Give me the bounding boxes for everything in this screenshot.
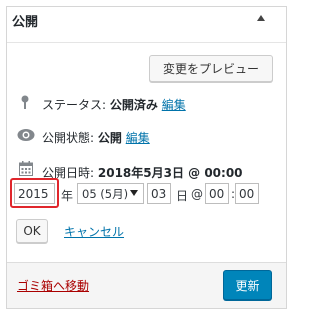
year-input-highlight: [10, 178, 59, 208]
minute-input[interactable]: 00: [235, 183, 259, 204]
year-unit-label: 年: [61, 189, 74, 203]
at-label: @: [191, 187, 203, 201]
day-unit-label: 日: [176, 189, 189, 203]
eye-icon: [17, 128, 35, 146]
publish-box-header[interactable]: [7, 7, 286, 43]
month-select-value: 05 (5月): [82, 186, 129, 201]
cancel-link[interactable]: キャンセル: [64, 223, 124, 240]
hour-input[interactable]: 00: [205, 183, 229, 204]
status-edit-link[interactable]: 編集: [162, 98, 186, 112]
publish-box-title: 公開: [12, 15, 39, 30]
visibility-label: 公開状態:: [42, 131, 95, 145]
status-row: ステータス: 公開済み 編集: [42, 96, 186, 113]
preview-changes-button[interactable]: 変更をプレビュー: [149, 55, 273, 82]
month-select[interactable]: 05 (5月): [77, 183, 144, 204]
publish-date-value: 2018年5月3日 @ 00:00: [97, 166, 243, 180]
visibility-row: 公開状態: 公開 編集: [42, 129, 150, 146]
visibility-edit-link[interactable]: 編集: [126, 131, 150, 145]
update-button[interactable]: 更新: [223, 270, 272, 300]
visibility-value: 公開: [97, 131, 122, 145]
status-label: ステータス:: [42, 98, 107, 112]
day-input[interactable]: 03: [147, 183, 171, 204]
chevron-down-icon: [130, 190, 138, 196]
ok-button[interactable]: OK: [16, 219, 48, 243]
pin-icon: [19, 94, 31, 114]
publish-date-row: 公開日時: 2018年5月3日 @ 00:00: [42, 164, 243, 181]
status-value: 公開済み: [109, 98, 158, 112]
move-to-trash-link[interactable]: ゴミ箱へ移動: [17, 277, 89, 294]
collapse-toggle-icon[interactable]: [257, 15, 265, 21]
